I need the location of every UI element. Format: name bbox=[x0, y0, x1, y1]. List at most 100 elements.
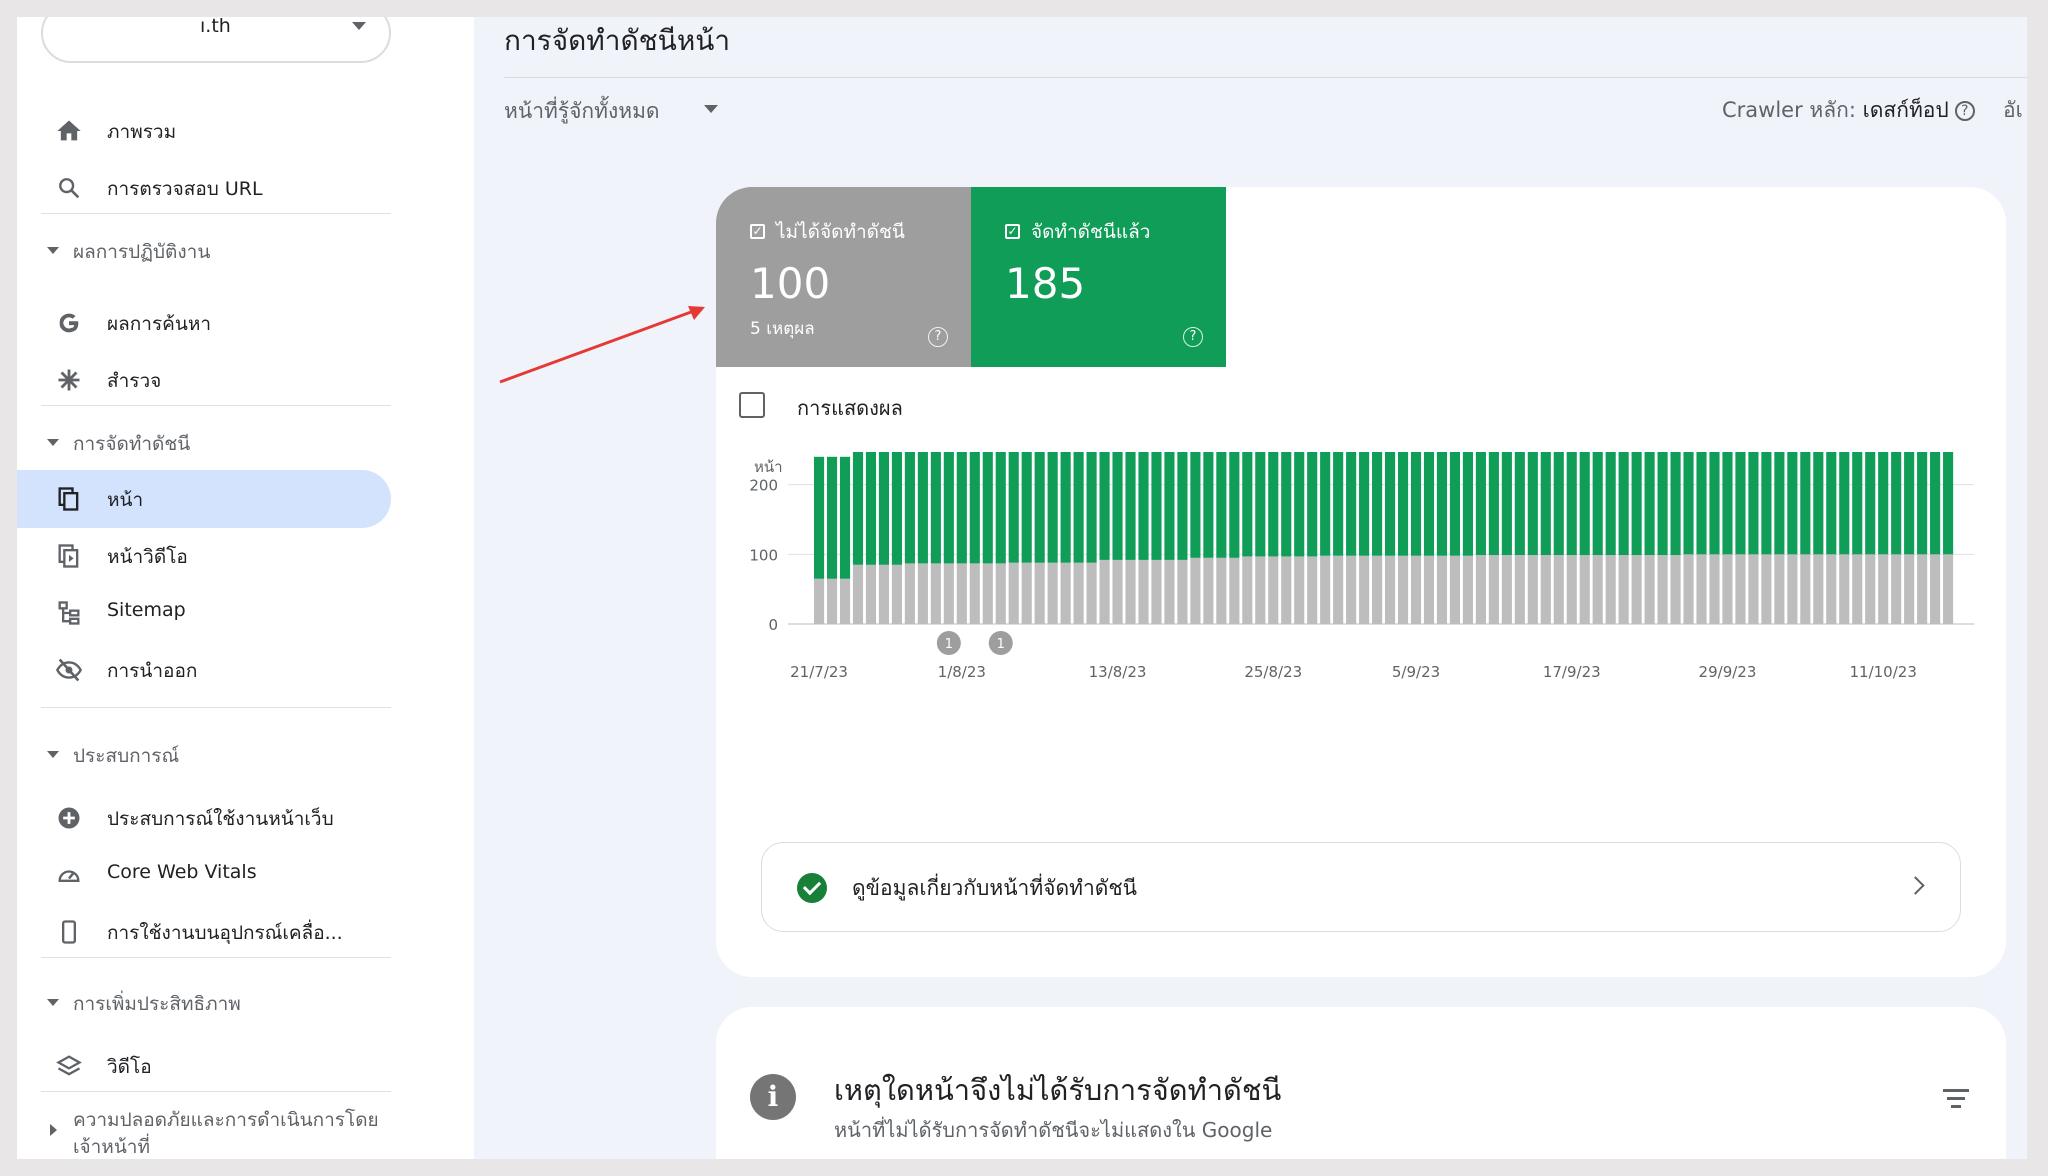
help-icon[interactable]: ? bbox=[1183, 327, 1203, 347]
section-label: ประสบการณ์ bbox=[73, 745, 180, 767]
bar-indexed bbox=[1397, 452, 1409, 556]
bar-indexed bbox=[1449, 452, 1461, 556]
bar-not-indexed bbox=[1865, 554, 1876, 624]
bar-not-indexed bbox=[1255, 556, 1266, 624]
bar-not-indexed bbox=[1086, 562, 1097, 624]
bar-not-indexed bbox=[1683, 554, 1694, 624]
pages-icon bbox=[58, 487, 79, 511]
bar-not-indexed bbox=[1813, 554, 1824, 624]
bar-indexed bbox=[930, 452, 941, 564]
bar-not-indexed bbox=[1320, 555, 1331, 624]
bar-not-indexed bbox=[917, 563, 928, 624]
impressions-checkbox[interactable] bbox=[739, 392, 765, 418]
video-page-icon bbox=[58, 544, 79, 568]
bar-indexed bbox=[1060, 452, 1071, 563]
bar-not-indexed bbox=[1540, 555, 1551, 624]
bar-indexed bbox=[1553, 452, 1564, 556]
indexing-summary-card: ✓ ไม่ได้จัดทำดัชนี 100 5 เหตุผล ? ✓ จัดท… bbox=[716, 187, 2006, 977]
bar-not-indexed bbox=[1385, 555, 1396, 624]
sidebar-item-label: หน้าวิดีโอ bbox=[107, 546, 188, 568]
sitemap-icon bbox=[58, 601, 80, 625]
bar-indexed bbox=[943, 452, 954, 564]
bar-indexed bbox=[891, 452, 902, 565]
sidebar-item-label: ผลการค้นหา bbox=[107, 313, 212, 335]
sidebar-item-discover[interactable]: สำรวจ bbox=[17, 351, 391, 409]
bar-not-indexed bbox=[1177, 559, 1188, 624]
bar-indexed bbox=[1307, 452, 1318, 557]
bar-indexed bbox=[1878, 452, 1889, 555]
help-icon[interactable]: ? bbox=[1954, 101, 1975, 121]
sidebar-item-mobile-usability[interactable]: การใช้งานบนอุปกรณ์เคลื่อ... bbox=[17, 903, 391, 961]
section-experience[interactable]: ประสบการณ์ bbox=[17, 735, 407, 775]
sidebar-item-search-results[interactable]: ผลการค้นหา bbox=[17, 294, 391, 352]
bar-not-indexed bbox=[1073, 562, 1084, 624]
sidebar-item-page-experience[interactable]: ประสบการณ์ใช้งานหน้าเว็บ bbox=[17, 789, 391, 847]
section-indexing[interactable]: การจัดทำดัชนี bbox=[17, 423, 407, 463]
section-label: ผลการปฏิบัติงาน bbox=[73, 241, 211, 263]
sidebar-item-overview[interactable]: ภาพรวม bbox=[17, 102, 391, 160]
bar-not-indexed bbox=[1112, 559, 1123, 624]
sidebar-item-label: หน้า bbox=[107, 489, 144, 511]
chevron-down-icon bbox=[704, 105, 718, 113]
sidebar-item-removals[interactable]: การนำออก bbox=[17, 641, 391, 699]
layers-icon bbox=[56, 1055, 82, 1076]
bar-not-indexed bbox=[1333, 555, 1344, 624]
sidebar-divider bbox=[41, 707, 391, 708]
bar-indexed bbox=[969, 452, 980, 564]
bar-not-indexed bbox=[1605, 555, 1616, 624]
not-indexed-tile[interactable]: ✓ ไม่ได้จัดทำดัชนี 100 5 เหตุผล ? bbox=[716, 187, 971, 367]
help-icon[interactable]: ? bbox=[928, 327, 948, 347]
section-label: การจัดทำดัชนี bbox=[73, 433, 191, 455]
sidebar-divider bbox=[41, 957, 391, 958]
section-performance[interactable]: ผลการปฏิบัติงาน bbox=[17, 231, 407, 271]
collapse-triangle-icon bbox=[47, 247, 59, 254]
bar-not-indexed bbox=[1592, 555, 1603, 624]
page-filter-dropdown[interactable]: หน้าที่รู้จักทั้งหมด bbox=[504, 95, 718, 135]
bar-indexed bbox=[1709, 452, 1720, 555]
bar-not-indexed bbox=[943, 563, 954, 624]
property-selector[interactable]: ı.th bbox=[41, 17, 391, 63]
x-tick-label: 21/7/23 bbox=[790, 663, 848, 681]
tile-subtext: 5 เหตุผล bbox=[750, 319, 815, 339]
bar-indexed bbox=[1774, 452, 1785, 555]
bar-indexed bbox=[1917, 452, 1928, 555]
sidebar-item-core-web-vitals[interactable]: Core Web Vitals bbox=[17, 846, 391, 904]
bar-indexed bbox=[1372, 452, 1383, 556]
bar-indexed bbox=[852, 452, 864, 565]
asterisk-icon bbox=[58, 369, 80, 391]
bar-not-indexed bbox=[995, 563, 1006, 624]
card-title: เหตุใดหน้าจึงไม่ได้รับการจัดทำดัชนี bbox=[834, 1073, 1282, 1107]
checkbox-icon: ✓ bbox=[750, 224, 765, 239]
bar-indexed bbox=[1385, 452, 1396, 556]
bar-not-indexed bbox=[1787, 554, 1798, 624]
bar-indexed bbox=[1359, 452, 1370, 556]
bar-indexed bbox=[1800, 452, 1811, 555]
view-indexed-pages-row[interactable]: ดูข้อมูลเกี่ยวกับหน้าที่จัดทำดัชนี bbox=[761, 842, 1961, 932]
section-enhancements[interactable]: การเพิ่มประสิทธิภาพ bbox=[17, 983, 407, 1023]
expand-triangle-icon bbox=[50, 1124, 57, 1136]
bar-not-indexed bbox=[1709, 554, 1720, 624]
bar-not-indexed bbox=[1423, 555, 1435, 624]
sidebar-item-sitemap[interactable]: Sitemap bbox=[17, 584, 391, 642]
bar-indexed bbox=[1839, 452, 1850, 555]
bar-indexed bbox=[1125, 452, 1136, 560]
sidebar-item-pages[interactable]: หน้า bbox=[17, 470, 391, 528]
sidebar-item-video-pages[interactable]: หน้าวิดีโอ bbox=[17, 527, 391, 585]
sidebar-item-videos[interactable]: วิดีโอ bbox=[17, 1037, 391, 1095]
bar-not-indexed bbox=[1566, 555, 1577, 624]
tile-label: ไม่ได้จัดทำดัชนี bbox=[776, 221, 905, 243]
filter-icon[interactable] bbox=[1943, 1089, 1969, 1109]
indexed-tile[interactable]: ✓ จัดทำดัชนีแล้ว 185 ? bbox=[971, 187, 1226, 367]
chevron-right-icon bbox=[1906, 876, 1925, 895]
bar-not-indexed bbox=[1021, 562, 1032, 624]
mobile-icon bbox=[62, 920, 76, 944]
bar-indexed bbox=[1761, 452, 1772, 555]
sidebar-item-url-inspection[interactable]: การตรวจสอบ URL bbox=[17, 159, 391, 217]
bar-indexed bbox=[1501, 452, 1512, 556]
bar-not-indexed bbox=[1475, 555, 1486, 624]
bar-indexed bbox=[1644, 452, 1655, 556]
section-security[interactable]: ความปลอดภัยและการดำเนินการโดยเจ้าหน้าที่ bbox=[17, 1099, 407, 1159]
x-tick-label: 17/9/23 bbox=[1543, 663, 1601, 681]
bar-not-indexed bbox=[1281, 556, 1292, 624]
bar-indexed bbox=[1566, 452, 1577, 556]
